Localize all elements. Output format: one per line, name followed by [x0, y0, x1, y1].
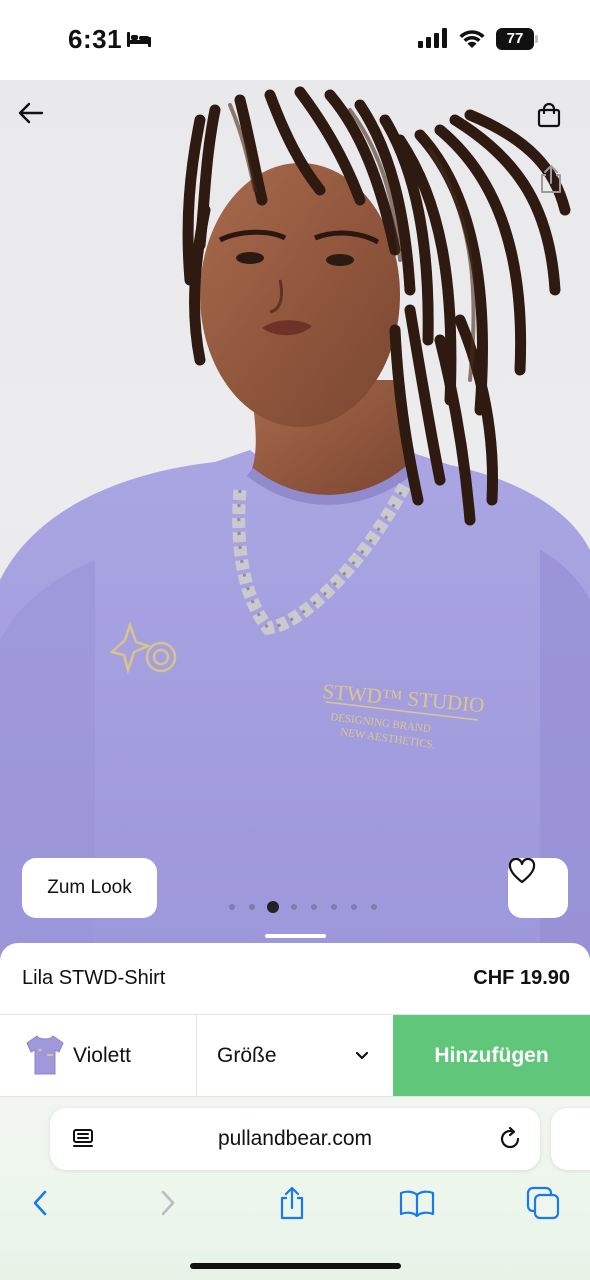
- product-sheet: Lila STWD-Shirt CHF 19.90 Violett Größe …: [0, 943, 590, 1097]
- carousel-dot[interactable]: [291, 904, 297, 910]
- product-photo: STWD™ STUDIO DESIGNING BRAND NEW AESTHET…: [0, 86, 590, 960]
- browser-toolbar: pullandbear.com: [0, 1096, 590, 1280]
- browser-tabs-button[interactable]: [525, 1185, 561, 1221]
- battery-indicator: 77: [496, 28, 538, 50]
- color-selector[interactable]: Violett: [0, 1015, 197, 1097]
- carousel-dot[interactable]: [229, 904, 235, 910]
- size-selector[interactable]: Größe: [197, 1015, 393, 1097]
- cellular-signal-icon: [418, 28, 447, 48]
- heart-icon: [508, 858, 536, 884]
- carousel-dot[interactable]: [351, 904, 357, 910]
- look-button[interactable]: Zum Look: [22, 858, 157, 918]
- status-bar: 6:31 77: [0, 0, 590, 80]
- browser-back-button[interactable]: [22, 1185, 58, 1221]
- size-label: Größe: [217, 1044, 277, 1067]
- bed-icon: [127, 32, 151, 47]
- back-button[interactable]: [18, 102, 54, 138]
- carousel-dot[interactable]: [331, 904, 337, 910]
- next-tab-preview[interactable]: [551, 1108, 590, 1170]
- sheet-handle[interactable]: [265, 934, 326, 938]
- carousel-dot[interactable]: [249, 904, 255, 910]
- add-to-cart-button[interactable]: Hinzufügen: [393, 1015, 590, 1097]
- share-icon: [541, 165, 561, 193]
- carousel-dot[interactable]: [267, 901, 279, 913]
- color-label: Violett: [73, 1044, 131, 1067]
- share-icon: [280, 1186, 304, 1220]
- address-bar[interactable]: pullandbear.com: [50, 1108, 540, 1170]
- chevron-right-icon: [161, 1190, 175, 1216]
- tshirt-thumbnail-icon: [26, 1035, 64, 1075]
- status-time: 6:31: [68, 24, 123, 54]
- product-name: Lila STWD-Shirt: [22, 967, 166, 989]
- chevron-left-icon: [33, 1190, 47, 1216]
- wifi-icon: [459, 30, 485, 48]
- shopping-bag-icon: [537, 102, 561, 128]
- chevron-down-icon: [355, 1051, 369, 1060]
- tabs-icon: [526, 1186, 560, 1220]
- book-icon: [399, 1190, 435, 1217]
- carousel-dot[interactable]: [311, 904, 317, 910]
- favorite-button[interactable]: [508, 858, 568, 918]
- browser-forward-button[interactable]: [150, 1185, 186, 1221]
- home-indicator: [190, 1263, 401, 1269]
- product-price: CHF 19.90: [473, 967, 570, 989]
- browser-bookmarks-button[interactable]: [399, 1185, 435, 1221]
- carousel-indicator[interactable]: [222, 900, 384, 914]
- shopping-bag-button[interactable]: [536, 102, 572, 138]
- reload-icon[interactable]: [497, 1126, 523, 1152]
- url-text[interactable]: pullandbear.com: [50, 1127, 540, 1151]
- battery-level: 77: [506, 30, 524, 47]
- share-button[interactable]: [538, 164, 572, 200]
- purchase-row: Violett Größe Hinzufügen: [0, 1014, 590, 1097]
- arrow-left-icon: [18, 102, 44, 124]
- carousel-dot[interactable]: [371, 904, 377, 910]
- browser-share-button[interactable]: [274, 1185, 310, 1221]
- product-image-carousel[interactable]: STWD™ STUDIO DESIGNING BRAND NEW AESTHET…: [0, 80, 590, 960]
